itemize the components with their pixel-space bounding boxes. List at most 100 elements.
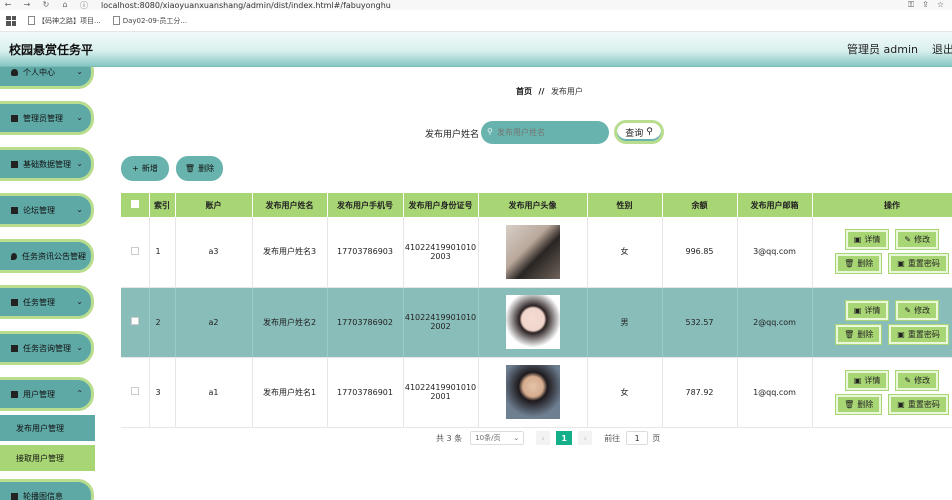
sidebar-item-profile[interactable]: 个人中心 ⌄ — [0, 67, 94, 89]
goto-page-input[interactable]: 1 — [626, 431, 649, 445]
detail-icon: ▣ — [853, 375, 862, 385]
search-button[interactable]: 查询 ⚲ — [614, 120, 664, 144]
col-phone: 发布用户手机号 — [327, 193, 404, 217]
share-icon[interactable]: ⇪ — [922, 0, 929, 10]
col-account: 账户 — [175, 193, 253, 217]
search-icon: ⚲ — [646, 127, 653, 137]
url-text[interactable]: localhost:8080/xiaoyuanxuanshang/admin/d… — [101, 1, 391, 10]
table-row: 3 a1 发布用户姓名1 17703786901 41022419901010 2… — [121, 357, 952, 428]
bookmark-2[interactable]: Day02-09-员工分... — [112, 16, 187, 26]
pagination: 共 3 条 10条/页 ⌄ ‹ 1 › 前往 1 页 — [436, 431, 660, 445]
chevron-down-icon: ⌄ — [76, 297, 83, 306]
detail-button[interactable]: ▣ 详情 — [844, 369, 890, 391]
avatar[interactable] — [505, 224, 560, 279]
delete-button[interactable]: 🗑 删除 — [835, 253, 883, 275]
next-page-button[interactable]: › — [578, 431, 593, 445]
back-icon[interactable]: ← — [3, 0, 13, 11]
trash-icon: 🗑 — [844, 329, 855, 339]
admin-label: 管理员 admin — [847, 43, 918, 56]
select-all-checkbox[interactable] — [121, 193, 150, 217]
bookmark-1[interactable]: 【码神之路】项目... — [28, 16, 101, 26]
chevron-down-icon: ⌄ — [76, 113, 83, 122]
chevron-down-icon: ⌄ — [513, 434, 520, 442]
cell-idcard: 41022419901010 2001 — [403, 357, 479, 428]
chevron-left-icon: ‹ — [541, 433, 545, 443]
home-icon[interactable]: ⌂ — [60, 0, 70, 11]
page-number-current[interactable]: 1 — [556, 431, 573, 445]
logout-link[interactable]: 退出 — [932, 41, 952, 57]
cell-balance: 996.85 — [662, 217, 738, 288]
prev-page-button[interactable]: ‹ — [536, 431, 551, 445]
col-gender: 性别 — [587, 193, 663, 217]
table-row: 2 a2 发布用户姓名2 17703786902 41022419901010 2… — [121, 287, 952, 358]
page-icon — [112, 16, 120, 25]
info-icon: ⓘ — [80, 0, 88, 10]
delete-button[interactable]: 🗑 删除 — [835, 323, 883, 345]
main-content: 首页 // 发布用户 发布用户姓名 ⚲ 查询 ⚲ + 新增 🗑 删除 索引 账户… — [98, 67, 952, 500]
cell-account: a3 — [175, 217, 253, 288]
sidebar-item-admin[interactable]: 管理员管理 ⌄ — [0, 101, 94, 135]
reload-icon[interactable]: ↻ — [41, 0, 51, 11]
sidebar-item-consult[interactable]: 任务咨询管理 ⌄ — [0, 331, 94, 365]
sidebar-item-carousel[interactable]: 轮播图信息 — [0, 479, 94, 500]
reset-password-button[interactable]: ▣ 重置密码 — [888, 393, 949, 415]
sidebar-item-tasks[interactable]: 任务管理 ⌄ — [0, 285, 94, 319]
cell-account: a2 — [175, 287, 253, 358]
pin-icon — [11, 252, 17, 260]
forward-icon[interactable]: → — [22, 0, 32, 11]
cell-idcard: 41022419901010 2003 — [403, 217, 479, 288]
col-idcard: 发布用户身份证号 — [403, 193, 479, 217]
cell-index: 1 — [149, 217, 176, 288]
sidebar: 个人中心 ⌄ 管理员管理 ⌄ 基础数据管理 ⌄ 论坛管理 ⌄ 任务资讯公告管理 … — [0, 67, 98, 500]
page-size-select[interactable]: 10条/页 ⌄ — [470, 431, 525, 445]
sidebar-subitem-accept-users[interactable]: 接取用户管理 — [0, 445, 95, 471]
breadcrumb: 首页 // 发布用户 — [516, 86, 583, 97]
star-icon[interactable]: ☆ — [937, 0, 944, 10]
cell-email: 1@qq.com — [737, 357, 813, 428]
row-checkbox[interactable] — [121, 287, 150, 358]
cell-phone: 17703786901 — [327, 357, 404, 428]
add-button[interactable]: + 新增 — [121, 156, 169, 181]
detail-button[interactable]: ▣ 详情 — [844, 299, 890, 321]
cell-avatar — [478, 217, 588, 288]
sidebar-item-users[interactable]: 用户管理 ⌃ — [0, 377, 94, 411]
row-checkbox[interactable] — [121, 217, 150, 288]
cell-idcard: 41022419901010 2002 — [403, 287, 479, 358]
sidebar-item-forum[interactable]: 论坛管理 ⌄ — [0, 193, 94, 227]
box-icon — [11, 160, 18, 168]
cell-gender: 女 — [587, 357, 663, 428]
browser-address-bar: ← → ↻ ⌂ ⓘ localhost:8080/xiaoyuanxuansha… — [0, 0, 952, 10]
apps-icon[interactable] — [6, 15, 16, 26]
cell-name: 发布用户姓名3 — [252, 217, 328, 288]
chevron-down-icon: ⌄ — [76, 67, 83, 76]
edit-button[interactable]: ✎ 修改 — [895, 369, 940, 391]
sidebar-subitem-publish-users[interactable]: 发布用户管理 — [0, 415, 95, 441]
detail-button[interactable]: ▣ 详情 — [844, 229, 890, 251]
chevron-down-icon: ⌄ — [76, 251, 83, 260]
sidebar-item-basic-data[interactable]: 基础数据管理 ⌄ — [0, 147, 94, 181]
delete-button[interactable]: 🗑 删除 — [835, 393, 883, 415]
pagination-total: 共 3 条 — [436, 433, 463, 443]
col-email: 发布用户邮箱 — [737, 193, 813, 217]
breadcrumb-home[interactable]: 首页 — [516, 87, 532, 96]
avatar[interactable] — [505, 365, 560, 419]
chevron-up-icon: ⌃ — [76, 389, 83, 398]
cell-gender: 女 — [587, 217, 663, 288]
row-checkbox[interactable] — [121, 357, 150, 428]
reset-icon: ▣ — [897, 399, 905, 409]
cell-balance: 787.92 — [662, 357, 738, 428]
sidebar-item-news[interactable]: 任务资讯公告管理 ⌄ — [0, 239, 94, 273]
key-icon[interactable]: ⚿ — [908, 0, 914, 10]
avatar[interactable] — [505, 295, 560, 349]
bookmarks-bar: 【码神之路】项目... Day02-09-员工分... — [0, 10, 952, 32]
reset-password-button[interactable]: ▣ 重置密码 — [888, 253, 949, 275]
search-input[interactable] — [481, 121, 609, 144]
cell-name: 发布用户姓名1 — [252, 357, 328, 428]
cell-balance: 532.57 — [662, 287, 738, 358]
batch-delete-button[interactable]: 🗑 删除 — [176, 156, 223, 181]
edit-button[interactable]: ✎ 修改 — [895, 299, 940, 321]
reset-password-button[interactable]: ▣ 重置密码 — [888, 323, 949, 345]
reset-icon: ▣ — [897, 259, 905, 269]
col-avatar: 发布用户头像 — [478, 193, 588, 217]
edit-button[interactable]: ✎ 修改 — [895, 229, 940, 251]
